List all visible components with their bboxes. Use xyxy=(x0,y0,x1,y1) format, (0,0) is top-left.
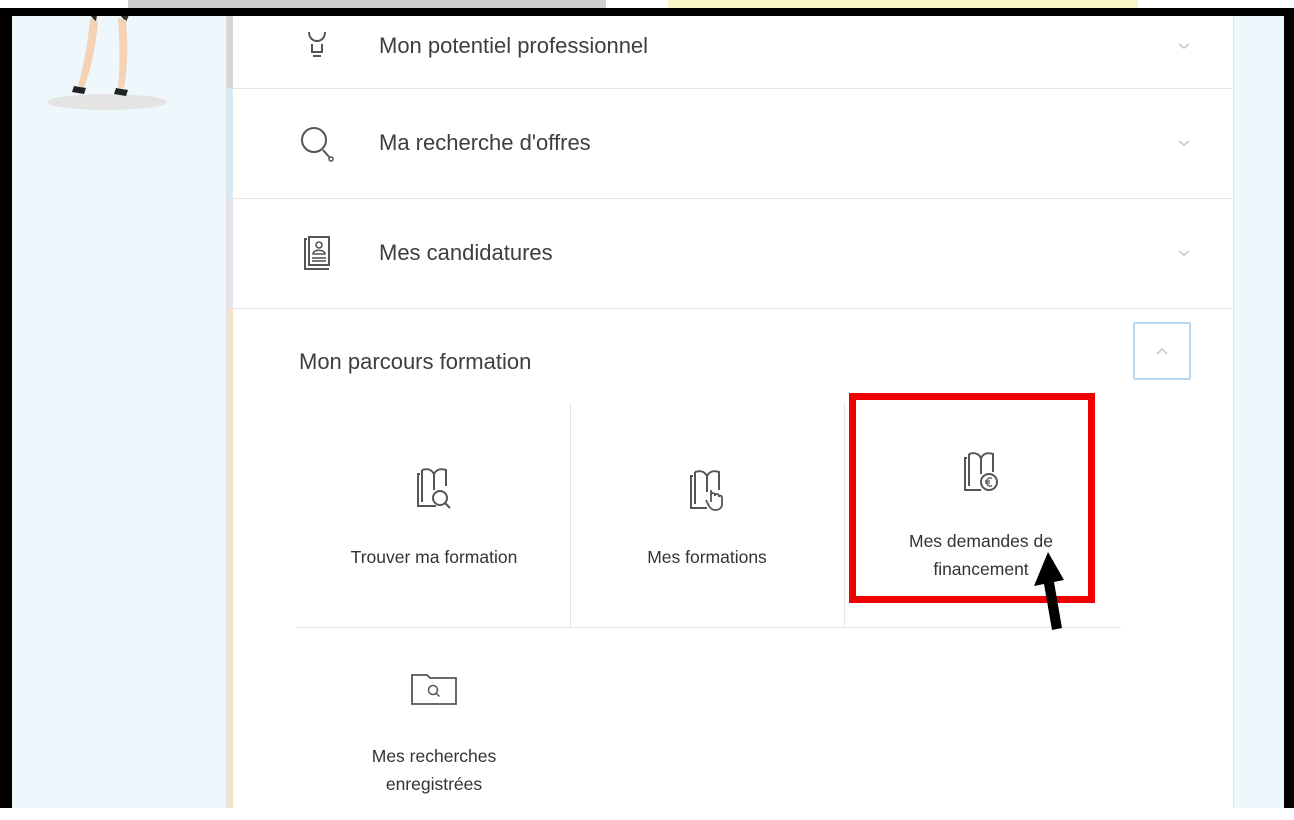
accent-bar xyxy=(227,308,233,820)
tile-label-line1: Mes recherches xyxy=(371,746,497,766)
menu-row-potentiel[interactable]: Mon potentiel professionnel xyxy=(233,16,1233,89)
person-illustration xyxy=(47,16,167,110)
tile-recherches-enregistrees[interactable]: Mes recherches enregistrées xyxy=(298,628,570,820)
menu-row-label: Mon potentiel professionnel xyxy=(379,33,649,59)
top-strip xyxy=(0,0,1294,8)
menu-row-label: Ma recherche d'offres xyxy=(379,130,591,155)
chevron-down-icon[interactable] xyxy=(1177,138,1191,148)
menu-row-candidatures[interactable]: Mes candidatures xyxy=(233,198,1233,309)
menu-row-recherche-offres[interactable]: Ma recherche d'offres xyxy=(233,88,1233,199)
menu-row-label: Mes candidatures xyxy=(379,240,553,265)
top-strip-grey xyxy=(128,0,606,8)
tile-label: Mes formations xyxy=(647,547,767,567)
top-strip-yellow xyxy=(668,0,1138,8)
section-title: Mon parcours formation xyxy=(299,349,532,374)
tile-label-line2: enregistrées xyxy=(385,774,483,794)
chevron-down-icon[interactable] xyxy=(1177,248,1191,258)
book-hand-icon xyxy=(690,470,723,511)
chevron-up-icon xyxy=(1156,347,1168,355)
tile-trouver-formation[interactable]: Trouver ma formation xyxy=(298,408,570,628)
tile-mes-formations[interactable]: Mes formations xyxy=(571,408,843,628)
bottom-strip xyxy=(0,808,1294,820)
tile-label: Trouver ma formation xyxy=(350,547,518,567)
folder-search-icon xyxy=(411,674,457,705)
screenshot-frame: Mon potentiel professionnel Ma recherche… xyxy=(0,8,1294,820)
lightbulb-icon xyxy=(308,31,326,57)
search-icon xyxy=(301,127,334,162)
book-search-icon xyxy=(417,468,451,509)
chevron-down-icon[interactable] xyxy=(1177,41,1191,51)
collapse-button[interactable] xyxy=(1133,322,1191,380)
pointer-arrow-icon xyxy=(1034,552,1064,630)
candidate-file-icon xyxy=(304,236,330,270)
